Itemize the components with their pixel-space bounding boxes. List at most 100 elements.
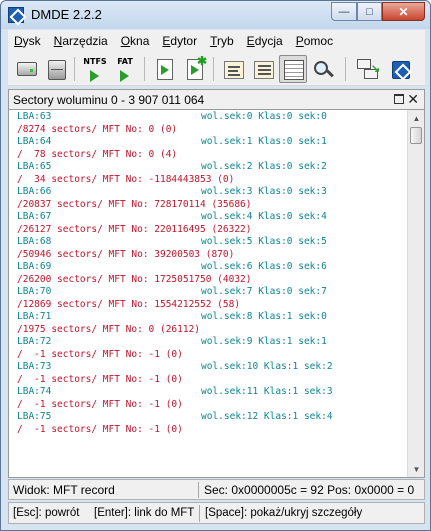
help-bar: [Esc]: powrót [Enter]: link do MFT [Spac… (8, 502, 425, 524)
record-mft-line[interactable]: / -1 sectors/ MFT No: -1 (0) (17, 399, 333, 412)
minimize-button[interactable]: — (331, 2, 357, 21)
record-location: wol.sek:9 Klas:1 sek:1 (201, 336, 327, 347)
record-lba: LBA:64 (17, 136, 52, 147)
record-location: wol.sek:4 Klas:0 sek:4 (201, 211, 327, 222)
fat-label: FAT (117, 57, 133, 66)
ntfs-label: NTFS (83, 57, 107, 66)
record-lba-line[interactable]: LBA:66 wol.sek:3 Klas:0 sek:3 (17, 186, 333, 199)
record-location: wol.sek:7 Klas:0 sek:7 (201, 286, 327, 297)
menu-tryb[interactable]: Tryb (210, 34, 234, 48)
title-bar[interactable]: DMDE 2.2.2 — □ ✕ (1, 1, 430, 29)
record-mft-line[interactable]: /8274 sectors/ MFT No: 0 (0) (17, 124, 333, 137)
menu-dysk[interactable]: Dysk (14, 34, 41, 48)
record-mft-line[interactable]: /1975 sectors/ MFT No: 0 (26112) (17, 324, 333, 337)
record-mft-line[interactable]: /12869 sectors/ MFT No: 1554212552 (58) (17, 299, 333, 312)
dmde-logo-icon (392, 61, 410, 79)
dmde-app-icon[interactable] (8, 7, 24, 23)
record-lba: LBA:73 (17, 361, 52, 372)
close-button[interactable]: ✕ (382, 2, 425, 21)
toolbar: NTFS FAT ✱ ↘ (8, 52, 425, 86)
record-mft-line[interactable]: / 34 sectors/ MFT No: -1184443853 (0) (17, 174, 333, 187)
view-mode-status: Widok: MFT record (13, 483, 115, 497)
record-lba: LBA:71 (17, 311, 52, 322)
list-view-button[interactable] (219, 55, 247, 83)
record-lba-line[interactable]: LBA:64 wol.sek:1 Klas:0 sek:1 (17, 136, 333, 149)
record-lba-line[interactable]: LBA:73 wol.sek:10 Klas:1 sek:2 (17, 361, 333, 374)
select-partition-button[interactable] (42, 55, 70, 83)
record-lba: LBA:74 (17, 386, 52, 397)
record-mft-line[interactable]: / -1 sectors/ MFT No: -1 (0) (17, 424, 333, 437)
toolbar-separator (144, 57, 145, 81)
select-drive-button[interactable] (12, 55, 40, 83)
grid-view-button[interactable] (279, 55, 307, 83)
open-file-icon (157, 59, 173, 80)
record-lba: LBA:63 (17, 111, 52, 122)
panel-header: Sectory woluminu 0 - 3 907 011 064 ✕ (8, 89, 425, 110)
help-space: [Space]: pokaż/ukryj szczegóły (205, 507, 363, 519)
drive-icon (17, 62, 37, 76)
fat-icon (120, 70, 129, 82)
record-lba-line[interactable]: LBA:72 wol.sek:9 Klas:1 sek:1 (17, 336, 333, 349)
record-mft-line[interactable]: / -1 sectors/ MFT No: -1 (0) (17, 374, 333, 387)
record-mft-line[interactable]: /50946 sectors/ MFT No: 39200503 (870) (17, 249, 333, 262)
toolbar-separator (213, 57, 214, 81)
new-file-icon: ✱ (187, 54, 207, 80)
menu-edytor[interactable]: Edytor (162, 34, 197, 48)
record-lba-line[interactable]: LBA:74 wol.sek:11 Klas:1 sek:3 (17, 386, 333, 399)
record-mft-line[interactable]: /20837 sectors/ MFT No: 728170114 (35686… (17, 199, 333, 212)
record-location: wol.sek:10 Klas:1 sek:2 (201, 361, 333, 372)
menu-narzedzia[interactable]: Narzędzia (54, 34, 108, 48)
record-list: LBA:63 wol.sek:0 Klas:0 sek:0/8274 sector… (17, 111, 333, 436)
record-lba-line[interactable]: LBA:71 wol.sek:8 Klas:1 sek:0 (17, 311, 333, 324)
record-lba: LBA:66 (17, 186, 52, 197)
vertical-scrollbar[interactable]: ▲ ▼ (407, 110, 424, 477)
record-lba-line[interactable]: LBA:67 wol.sek:4 Klas:0 sek:4 (17, 211, 333, 224)
sector-view[interactable]: LBA:63 wol.sek:0 Klas:0 sek:0/8274 sector… (8, 110, 425, 478)
window-title: DMDE 2.2.2 (31, 7, 102, 22)
record-location: wol.sek:5 Klas:0 sek:5 (201, 236, 327, 247)
record-location: wol.sek:2 Klas:0 sek:2 (201, 161, 327, 172)
record-lba-line[interactable]: LBA:69 wol.sek:6 Klas:0 sek:6 (17, 261, 333, 274)
record-lba: LBA:75 (17, 411, 52, 422)
detail-view-icon (254, 61, 274, 79)
copy-sectors-button[interactable]: ↘ (353, 55, 381, 83)
record-mft-line[interactable]: /26127 sectors/ MFT No: 220116495 (26322… (17, 224, 333, 237)
detail-view-button[interactable] (249, 55, 277, 83)
list-view-icon (224, 61, 244, 79)
grid-view-icon (284, 60, 304, 80)
maximize-button[interactable]: □ (357, 2, 382, 21)
record-mft-line[interactable]: / 78 sectors/ MFT No: 0 (4) (17, 149, 333, 162)
scroll-thumb[interactable] (410, 127, 422, 144)
record-lba-line[interactable]: LBA:70 wol.sek:7 Klas:0 sek:7 (17, 286, 333, 299)
partition-icon (48, 60, 66, 80)
menu-pomoc[interactable]: Pomoc (296, 34, 333, 48)
record-mft-line[interactable]: /26200 sectors/ MFT No: 1725051750 (4032… (17, 274, 333, 287)
record-location: wol.sek:12 Klas:1 sek:4 (201, 411, 333, 422)
record-lba-line[interactable]: LBA:75 wol.sek:12 Klas:1 sek:4 (17, 411, 333, 424)
status-divider (198, 482, 199, 498)
menu-okna[interactable]: Okna (121, 34, 150, 48)
open-file-button[interactable] (150, 55, 178, 83)
record-lba: LBA:65 (17, 161, 52, 172)
record-lba-line[interactable]: LBA:63 wol.sek:0 Klas:0 sek:0 (17, 111, 333, 124)
panel-maximize-button[interactable] (394, 94, 404, 104)
panel-close-button[interactable]: ✕ (407, 91, 419, 108)
ntfs-button[interactable]: NTFS (80, 55, 108, 83)
record-mft-line[interactable]: / -1 sectors/ MFT No: -1 (0) (17, 349, 333, 362)
record-location: wol.sek:6 Klas:0 sek:6 (201, 261, 327, 272)
fat-button[interactable]: FAT (110, 55, 138, 83)
scroll-down-icon[interactable]: ▼ (409, 462, 424, 477)
about-button[interactable] (386, 55, 414, 83)
toolbar-separator (74, 57, 75, 81)
record-lba: LBA:68 (17, 236, 52, 247)
menu-edycja[interactable]: Edycja (247, 34, 283, 48)
new-file-button[interactable]: ✱ (180, 54, 208, 83)
help-esc: [Esc]: powrót (13, 507, 80, 519)
record-location: wol.sek:8 Klas:1 sek:0 (201, 311, 327, 322)
search-button[interactable] (309, 55, 337, 83)
record-lba-line[interactable]: LBA:65 wol.sek:2 Klas:0 sek:2 (17, 161, 333, 174)
record-location: wol.sek:1 Klas:0 sek:1 (201, 136, 327, 147)
scroll-up-icon[interactable]: ▲ (409, 111, 424, 126)
record-lba: LBA:69 (17, 261, 52, 272)
record-lba-line[interactable]: LBA:68 wol.sek:5 Klas:0 sek:5 (17, 236, 333, 249)
